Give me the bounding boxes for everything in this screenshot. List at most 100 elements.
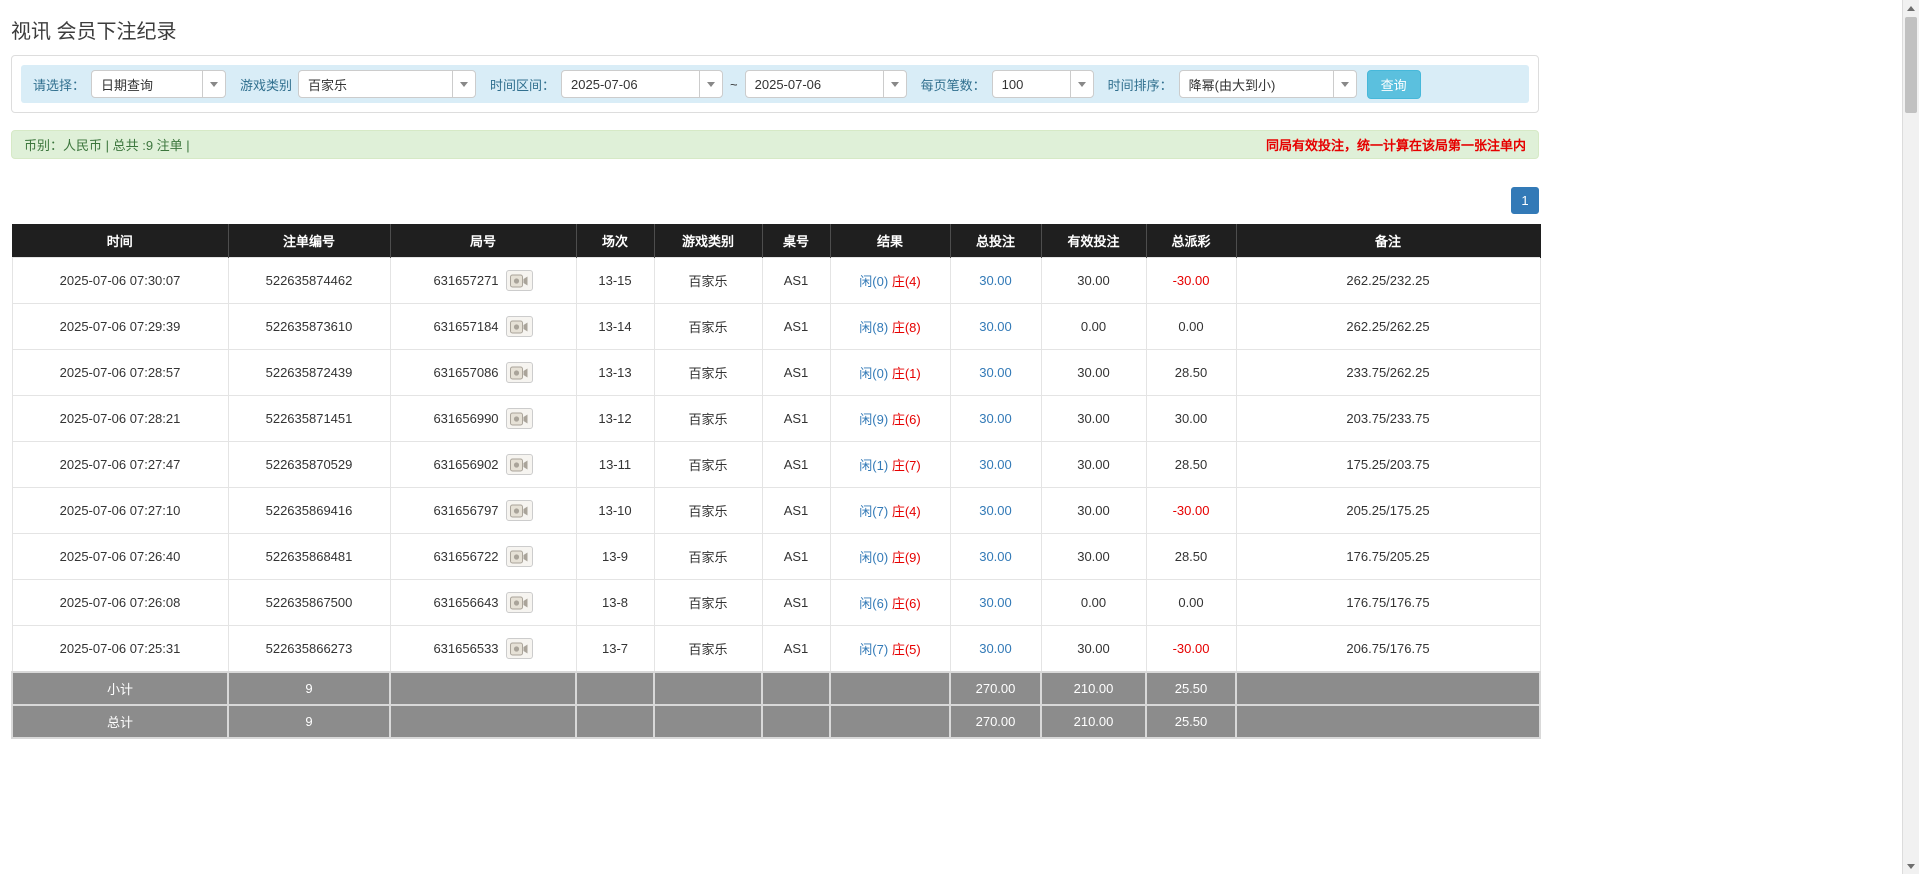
time-cell: 2025-07-06 07:28:21 (12, 396, 228, 442)
page-size-dropdown-button[interactable] (1070, 71, 1093, 97)
round-cell: 631656902 (390, 442, 576, 488)
player-result: 闲(9) (859, 412, 888, 427)
date-from-value: 2025-07-06 (562, 71, 699, 97)
filter-bar: 请选择： 日期查询 游戏类别 百家乐 时间区间： 2025-07-06 ~ 20… (21, 65, 1529, 103)
payout-cell: 28.50 (1146, 442, 1236, 488)
scroll-up-icon[interactable] (1903, 0, 1919, 16)
page: 视讯 会员下注纪录 请选择： 日期查询 游戏类别 百家乐 时间区间： 2025-… (11, 15, 1539, 739)
replay-button[interactable] (506, 316, 533, 337)
page-1-button[interactable]: 1 (1511, 187, 1539, 214)
table-body: 2025-07-06 07:30:07522635874462631657271… (12, 258, 1540, 673)
game-type-select[interactable]: 百家乐 (298, 70, 476, 98)
table-row: 2025-07-06 07:26:40522635868481631656722… (12, 534, 1540, 580)
game-type-value: 百家乐 (299, 71, 452, 97)
result-cell: 闲(0) 庄(4) (830, 258, 950, 304)
time-cell: 2025-07-06 07:27:10 (12, 488, 228, 534)
time-cell: 2025-07-06 07:30:07 (12, 258, 228, 304)
total-bet-link[interactable]: 30.00 (979, 503, 1012, 518)
total-bet-cell: 30.00 (950, 396, 1041, 442)
column-header: 游戏类别 (654, 224, 762, 258)
round-wrap: 631656902 (433, 454, 532, 475)
round-cell: 631656533 (390, 626, 576, 673)
result-cell: 闲(7) 庄(4) (830, 488, 950, 534)
round-cell: 631656722 (390, 534, 576, 580)
replay-button[interactable] (506, 500, 533, 521)
total-bet-link[interactable]: 30.00 (979, 457, 1012, 472)
bet-id-cell: 522635866273 (228, 626, 390, 673)
chevron-down-icon (210, 82, 218, 87)
footer-empty-cell (1236, 705, 1540, 738)
table-row: 2025-07-06 07:28:57522635872439631657086… (12, 350, 1540, 396)
total-bet-cell: 30.00 (950, 534, 1041, 580)
time-sort-dropdown-button[interactable] (1333, 71, 1356, 97)
total-bet-link[interactable]: 30.00 (979, 273, 1012, 288)
player-result: 闲(0) (859, 274, 888, 289)
time-sort-select[interactable]: 降幂(由大到小) (1179, 70, 1357, 98)
info-bar: 币别：人民币 | 总共 :9 注单 | 同局有效投注，统一计算在该局第一张注单内 (11, 130, 1539, 159)
replay-button[interactable] (506, 362, 533, 383)
scrollbar-thumb[interactable] (1905, 17, 1917, 113)
chevron-down-icon (891, 82, 899, 87)
replay-button[interactable] (506, 592, 533, 613)
footer-count: 9 (228, 672, 390, 705)
game-type-cell: 百家乐 (654, 396, 762, 442)
table-id-cell: AS1 (762, 626, 830, 673)
query-type-select[interactable]: 日期查询 (91, 70, 226, 98)
video-icon (510, 412, 528, 426)
footer-empty-cell (830, 672, 950, 705)
total-bet-link[interactable]: 30.00 (979, 595, 1012, 610)
total-bet-cell: 30.00 (950, 258, 1041, 304)
query-button[interactable]: 查询 (1367, 70, 1421, 99)
date-from-select[interactable]: 2025-07-06 (561, 70, 723, 98)
table-header-row: 时间注单编号局号场次游戏类别桌号结果总投注有效投注总派彩备注 (12, 224, 1540, 258)
time-sort-value: 降幂(由大到小) (1180, 71, 1333, 97)
total-bet-link[interactable]: 30.00 (979, 549, 1012, 564)
table-id-cell: AS1 (762, 304, 830, 350)
table-id-cell: AS1 (762, 258, 830, 304)
replay-button[interactable] (506, 408, 533, 429)
round-wrap: 631656990 (433, 408, 532, 429)
table-id-cell: AS1 (762, 442, 830, 488)
bet-id-cell: 522635867500 (228, 580, 390, 626)
date-to-dropdown-button[interactable] (883, 71, 906, 97)
footer-empty-cell (390, 672, 576, 705)
scroll-down-icon[interactable] (1903, 858, 1919, 874)
replay-button[interactable] (506, 454, 533, 475)
payout-cell: 0.00 (1146, 304, 1236, 350)
chevron-down-icon (460, 82, 468, 87)
result-cell: 闲(6) 庄(6) (830, 580, 950, 626)
game-type-cell: 百家乐 (654, 488, 762, 534)
round-number: 631657086 (433, 365, 498, 380)
video-icon (510, 504, 528, 518)
replay-button[interactable] (506, 546, 533, 567)
query-type-dropdown-button[interactable] (202, 71, 225, 97)
remark-cell: 176.75/205.25 (1236, 534, 1540, 580)
video-icon (510, 596, 528, 610)
total-bet-link[interactable]: 30.00 (979, 411, 1012, 426)
round-number: 631657184 (433, 319, 498, 334)
session-cell: 13-9 (576, 534, 654, 580)
column-header: 总投注 (950, 224, 1041, 258)
replay-button[interactable] (506, 270, 533, 291)
session-cell: 13-10 (576, 488, 654, 534)
player-result: 闲(8) (859, 320, 888, 335)
footer-empty-cell (576, 705, 654, 738)
remark-cell: 206.75/176.75 (1236, 626, 1540, 673)
date-to-select[interactable]: 2025-07-06 (745, 70, 907, 98)
remark-cell: 176.75/176.75 (1236, 580, 1540, 626)
round-number: 631656643 (433, 595, 498, 610)
replay-button[interactable] (506, 638, 533, 659)
valid-bet-cell: 30.00 (1041, 350, 1146, 396)
date-from-dropdown-button[interactable] (699, 71, 722, 97)
chevron-down-icon (1078, 82, 1086, 87)
total-bet-link[interactable]: 30.00 (979, 319, 1012, 334)
vertical-scrollbar[interactable] (1902, 0, 1919, 874)
round-cell: 631656797 (390, 488, 576, 534)
round-cell: 631656643 (390, 580, 576, 626)
result-cell: 闲(0) 庄(9) (830, 534, 950, 580)
banker-result: 庄(8) (892, 320, 921, 335)
page-size-select[interactable]: 100 (992, 70, 1094, 98)
total-bet-link[interactable]: 30.00 (979, 365, 1012, 380)
game-type-dropdown-button[interactable] (452, 71, 475, 97)
total-bet-link[interactable]: 30.00 (979, 641, 1012, 656)
